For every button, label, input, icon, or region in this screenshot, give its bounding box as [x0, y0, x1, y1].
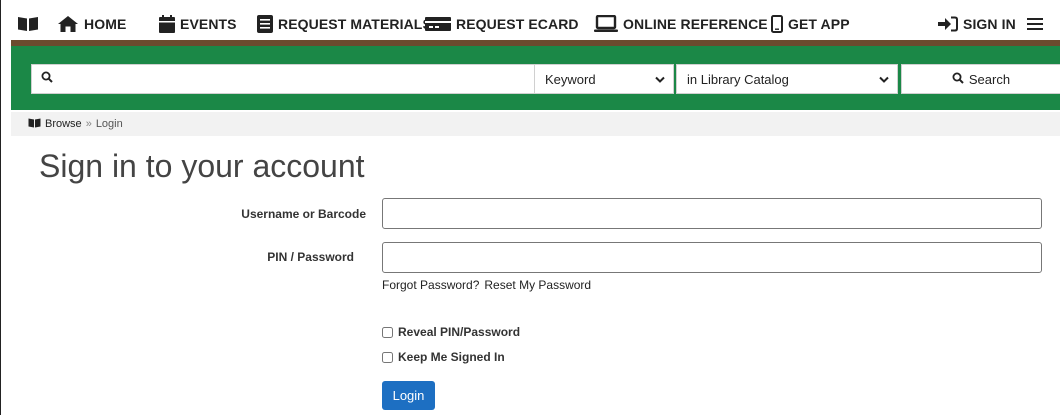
breadcrumb-browse-link[interactable]: Browse [45, 118, 82, 130]
search-type-value: Keyword [545, 71, 596, 87]
laptop-icon [594, 15, 618, 33]
breadcrumb: Browse » Login [11, 112, 1060, 136]
breadcrumb-separator: » [85, 118, 92, 130]
book-icon [28, 118, 41, 131]
nav-item-label: REQUEST ECARD [456, 16, 579, 32]
keep-signed-in-checkbox[interactable] [382, 351, 393, 363]
password-field[interactable] [382, 242, 1042, 273]
nav-item-label: ONLINE REFERENCE [623, 16, 768, 32]
search-bar: Keyword in Library Catalog Search [11, 46, 1060, 110]
nav-item-label: GET APP [788, 16, 850, 32]
nav-item-events[interactable]: EVENTS [159, 12, 237, 36]
forgot-password-row: Forgot Password? Reset My Password [382, 278, 591, 292]
document-icon [257, 15, 273, 33]
chevron-down-icon [879, 72, 889, 87]
search-input-wrapper [31, 64, 536, 94]
search-input[interactable] [59, 65, 535, 93]
chevron-down-icon [655, 72, 665, 87]
search-icon [952, 72, 964, 87]
reveal-password-option[interactable]: Reveal PIN/Password [382, 325, 520, 339]
keep-signed-in-label: Keep Me Signed In [398, 350, 505, 364]
menu-button[interactable] [1027, 12, 1043, 36]
home-icon [57, 15, 79, 33]
nav-item-library-logo[interactable] [17, 12, 39, 36]
nav-item-home[interactable]: HOME [57, 12, 126, 36]
nav-item-label: REQUEST MATERIALS [278, 16, 432, 32]
nav-item-online-reference[interactable]: ONLINE REFERENCE [594, 12, 768, 36]
username-label: Username or Barcode [241, 207, 366, 221]
page-title: Sign in to your account [39, 148, 365, 184]
search-scope-select[interactable]: in Library Catalog [676, 64, 898, 94]
search-icon [41, 70, 53, 88]
username-field[interactable] [382, 198, 1042, 229]
nav-item-request-ecard[interactable]: REQUEST ECARD [425, 12, 579, 36]
phone-icon [771, 15, 783, 33]
search-button[interactable]: Search [901, 64, 1060, 94]
sign-in-label: SIGN IN [963, 16, 1016, 32]
keep-signed-in-option[interactable]: Keep Me Signed In [382, 350, 505, 364]
search-type-select[interactable]: Keyword [534, 64, 674, 94]
reveal-password-label: Reveal PIN/Password [398, 325, 521, 339]
forgot-password-text: Forgot Password? [382, 278, 480, 292]
nav-item-get-app[interactable]: GET APP [771, 12, 850, 36]
reset-password-link[interactable]: Reset My Password [484, 278, 591, 292]
calendar-icon [159, 15, 175, 33]
breadcrumb-current: Login [95, 118, 123, 130]
sign-in-icon [938, 16, 958, 32]
page-frame: HOME EVENTS REQUEST MATERIALS REQUEST EC… [0, 0, 1060, 415]
search-scope-value: in Library Catalog [687, 71, 789, 87]
card-icon [425, 16, 451, 32]
sign-in-link[interactable]: SIGN IN [938, 12, 1016, 36]
search-button-label: Search [968, 71, 1011, 87]
hamburger-menu-icon [1027, 17, 1043, 31]
nav-item-label: EVENTS [180, 16, 237, 32]
reveal-password-checkbox[interactable] [382, 326, 393, 338]
password-label: PIN / Password [267, 250, 354, 264]
book-icon [17, 16, 39, 32]
nav-item-label: HOME [84, 16, 127, 32]
nav-item-request-materials[interactable]: REQUEST MATERIALS [257, 12, 432, 36]
login-button[interactable]: Login [382, 381, 435, 410]
top-navigation: HOME EVENTS REQUEST MATERIALS REQUEST EC… [1, 0, 1060, 44]
